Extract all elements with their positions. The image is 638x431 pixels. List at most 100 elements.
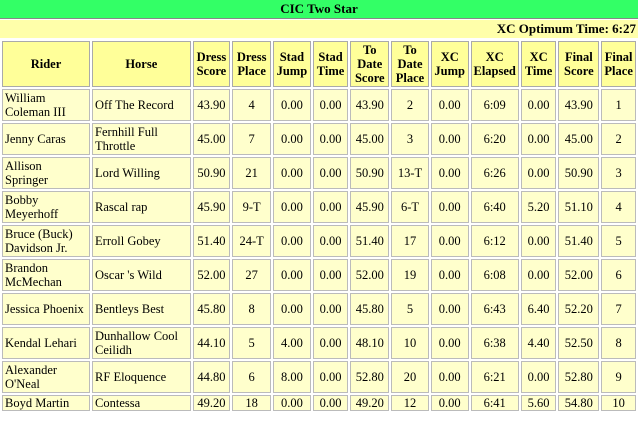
cell-to-date-place: 3 bbox=[391, 123, 429, 155]
cell-horse: Off The Record bbox=[92, 89, 191, 121]
col-xc-time: XC Time bbox=[520, 41, 557, 87]
cell-xc-jump: 0.00 bbox=[430, 361, 469, 393]
cell-dress-place: 4 bbox=[232, 89, 272, 121]
cell-dress-place: 8 bbox=[232, 293, 272, 325]
cell-dress-place: 6 bbox=[232, 361, 272, 393]
table-row: Kendal Lehari Dunhallow Cool Ceilidh 44.10… bbox=[2, 327, 636, 359]
cell-final-place: 4 bbox=[601, 191, 636, 223]
cell-dress-score: 45.00 bbox=[192, 123, 231, 155]
cell-xc-time: 4.40 bbox=[520, 327, 557, 359]
cell-stad-time: 0.00 bbox=[312, 191, 349, 223]
col-dress-place: Dress Place bbox=[232, 41, 272, 87]
cell-final-score: 51.40 bbox=[558, 225, 600, 257]
cell-to-date-place: 13-T bbox=[391, 157, 429, 189]
cell-final-place: 3 bbox=[601, 157, 636, 189]
cell-final-place: 2 bbox=[601, 123, 636, 155]
cell-to-date-score: 50.90 bbox=[350, 157, 390, 189]
cell-horse: Erroll Gobey bbox=[92, 225, 191, 257]
cell-rider: Kendal Lehari bbox=[2, 327, 91, 359]
cell-dress-score: 45.80 bbox=[192, 293, 231, 325]
cell-xc-jump: 0.00 bbox=[430, 259, 469, 291]
table-row: William Coleman III Off The Record 43.90 4 0… bbox=[2, 89, 636, 121]
cell-final-score: 52.20 bbox=[558, 293, 600, 325]
cell-rider: Allison Springer bbox=[2, 157, 91, 189]
division-title: CIC Two Star bbox=[0, 0, 638, 19]
cell-xc-time: 0.00 bbox=[520, 89, 557, 121]
col-xc-elapsed: XC Elapsed bbox=[470, 41, 519, 87]
cell-final-score: 50.90 bbox=[558, 157, 600, 189]
cell-to-date-place: 12 bbox=[391, 395, 429, 411]
cell-stad-jump: 0.00 bbox=[273, 259, 311, 291]
cell-horse: Bentleys Best bbox=[92, 293, 191, 325]
cell-final-place: 7 bbox=[601, 293, 636, 325]
cell-xc-elapsed: 6:21 bbox=[470, 361, 519, 393]
cell-dress-score: 52.00 bbox=[192, 259, 231, 291]
cell-to-date-place: 20 bbox=[391, 361, 429, 393]
cell-xc-time: 0.00 bbox=[520, 225, 557, 257]
cell-to-date-score: 45.80 bbox=[350, 293, 390, 325]
cell-final-place: 6 bbox=[601, 259, 636, 291]
cell-stad-time: 0.00 bbox=[312, 123, 349, 155]
cell-stad-jump: 0.00 bbox=[273, 157, 311, 189]
cell-stad-time: 0.00 bbox=[312, 395, 349, 411]
col-final-place: Final Place bbox=[601, 41, 636, 87]
cell-xc-time: 5.20 bbox=[520, 191, 557, 223]
table-row: Jessica Phoenix Bentleys Best 45.80 8 0.00 0.… bbox=[2, 293, 636, 325]
cell-xc-time: 0.00 bbox=[520, 259, 557, 291]
cell-xc-jump: 0.00 bbox=[430, 123, 469, 155]
cell-xc-time: 5.60 bbox=[520, 395, 557, 411]
cell-rider: Brandon McMechan bbox=[2, 259, 91, 291]
cell-final-place: 10 bbox=[601, 395, 636, 411]
cell-to-date-place: 19 bbox=[391, 259, 429, 291]
cell-dress-place: 24-T bbox=[232, 225, 272, 257]
cell-stad-jump: 0.00 bbox=[273, 225, 311, 257]
table-row: Boyd Martin Contessa 49.20 18 0.00 0.00 49.20 1… bbox=[2, 395, 636, 411]
results-page: CIC Two Star XC Optimum Time: 6:27 Rider… bbox=[0, 0, 638, 431]
col-to-date-score: To Date Score bbox=[350, 41, 390, 87]
cell-final-score: 43.90 bbox=[558, 89, 600, 121]
cell-dress-place: 18 bbox=[232, 395, 272, 411]
cell-horse: Oscar 's Wild bbox=[92, 259, 191, 291]
cell-dress-place: 9-T bbox=[232, 191, 272, 223]
cell-dress-place: 5 bbox=[232, 327, 272, 359]
cell-to-date-score: 45.00 bbox=[350, 123, 390, 155]
cell-xc-jump: 0.00 bbox=[430, 293, 469, 325]
cell-xc-elapsed: 6:38 bbox=[470, 327, 519, 359]
cell-xc-jump: 0.00 bbox=[430, 89, 469, 121]
cell-xc-time: 6.40 bbox=[520, 293, 557, 325]
cell-final-score: 52.80 bbox=[558, 361, 600, 393]
cell-xc-elapsed: 6:09 bbox=[470, 89, 519, 121]
cell-dress-score: 43.90 bbox=[192, 89, 231, 121]
cell-rider: Bobby Meyerhoff bbox=[2, 191, 91, 223]
xc-optimum-time: XC Optimum Time: 6:27 bbox=[0, 20, 638, 38]
col-horse: Horse bbox=[92, 41, 191, 87]
cell-stad-jump: 0.00 bbox=[273, 191, 311, 223]
cell-horse: Contessa bbox=[92, 395, 191, 411]
table-row: Bruce (Buck) Davidson Jr. Erroll Gobey 51.… bbox=[2, 225, 636, 257]
cell-xc-elapsed: 6:12 bbox=[470, 225, 519, 257]
cell-to-date-place: 6-T bbox=[391, 191, 429, 223]
cell-horse: RF Eloquence bbox=[92, 361, 191, 393]
cell-to-date-score: 49.20 bbox=[350, 395, 390, 411]
cell-xc-time: 0.00 bbox=[520, 361, 557, 393]
cell-xc-jump: 0.00 bbox=[430, 327, 469, 359]
cell-stad-time: 0.00 bbox=[312, 293, 349, 325]
cell-final-score: 51.10 bbox=[558, 191, 600, 223]
cell-final-score: 52.50 bbox=[558, 327, 600, 359]
cell-stad-jump: 8.00 bbox=[273, 361, 311, 393]
cell-stad-jump: 0.00 bbox=[273, 293, 311, 325]
cell-xc-time: 0.00 bbox=[520, 157, 557, 189]
cell-horse: Dunhallow Cool Ceilidh bbox=[92, 327, 191, 359]
cell-rider: Jessica Phoenix bbox=[2, 293, 91, 325]
cell-dress-place: 7 bbox=[232, 123, 272, 155]
cell-stad-jump: 4.00 bbox=[273, 327, 311, 359]
header-row: Rider Horse Dress Score Dress Place Stad… bbox=[2, 41, 636, 87]
cell-xc-jump: 0.00 bbox=[430, 395, 469, 411]
cell-stad-jump: 0.00 bbox=[273, 123, 311, 155]
cell-xc-elapsed: 6:40 bbox=[470, 191, 519, 223]
cell-dress-place: 27 bbox=[232, 259, 272, 291]
cell-xc-jump: 0.00 bbox=[430, 225, 469, 257]
cell-stad-time: 0.00 bbox=[312, 225, 349, 257]
cell-rider: Boyd Martin bbox=[2, 395, 91, 411]
cell-final-place: 9 bbox=[601, 361, 636, 393]
